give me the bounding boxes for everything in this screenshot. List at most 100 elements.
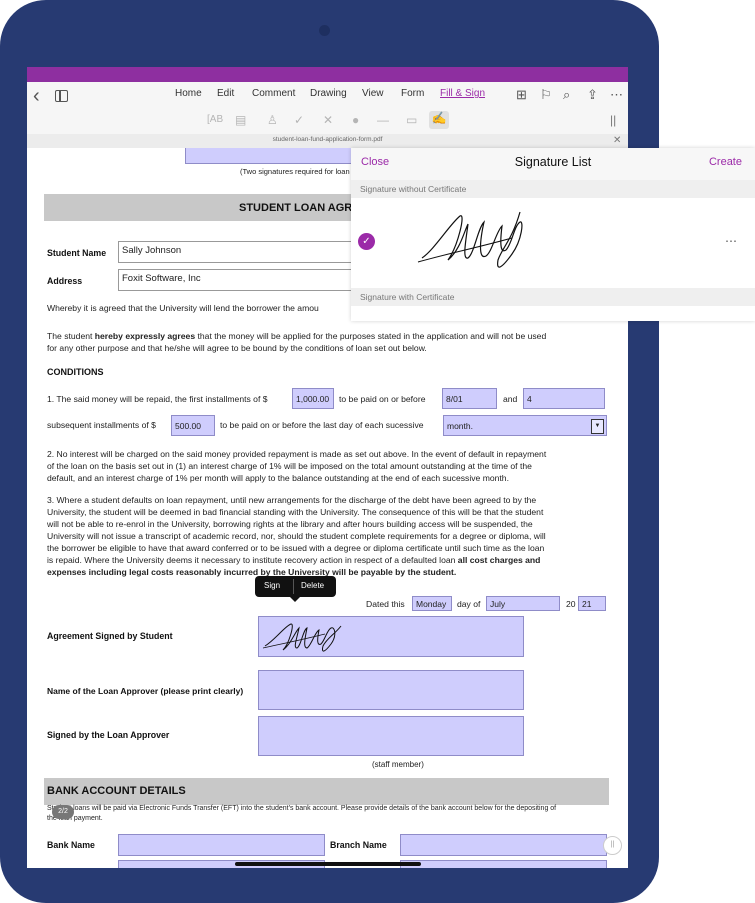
panel-title: Signature List: [514, 155, 592, 169]
condition-1-text-b: to be paid on or before: [339, 394, 426, 404]
day-of-label: day of: [457, 599, 481, 609]
top-form-field[interactable]: [185, 148, 365, 164]
branch-name-field[interactable]: [400, 834, 607, 856]
year-field[interactable]: 21: [578, 596, 606, 611]
approver-name-field[interactable]: [258, 670, 524, 710]
address-label: Address: [47, 276, 83, 286]
main-toolbar: ‹ Home Edit Comment Drawing View Form Fi…: [27, 82, 628, 134]
menu-divider: [293, 579, 294, 594]
menu-comment[interactable]: Comment: [252, 88, 295, 99]
condition-3-line-4: University will not issue a transcript o…: [47, 531, 546, 541]
menu-form[interactable]: Form: [401, 88, 424, 99]
bank-name-label: Bank Name: [47, 840, 95, 850]
file-name: student-loan-fund-application-form.pdf: [272, 136, 383, 143]
bank-name-field[interactable]: [118, 834, 325, 856]
student-signature-field[interactable]: [258, 616, 524, 657]
address-field[interactable]: Foxit Software, Inc: [118, 269, 358, 291]
condition-3-line-7: expenses including legal costs reasonabl…: [47, 567, 457, 577]
with-cert-header: Signature with Certificate: [351, 288, 755, 306]
home-indicator[interactable]: [235, 862, 421, 866]
whereby-text: Whereby it is agreed that the University…: [47, 303, 319, 313]
approver-name-label: Name of the Loan Approver (please print …: [47, 686, 244, 696]
signature-options-icon[interactable]: ⋯: [725, 234, 738, 248]
agreement-signed-label: Agreement Signed by Student: [47, 631, 173, 641]
share-icon[interactable]: ⇪: [587, 88, 598, 102]
cross-icon[interactable]: ✕: [323, 113, 333, 127]
line-icon[interactable]: —: [377, 113, 389, 127]
condition-3-line-2: University, the student will be deemed i…: [47, 507, 544, 517]
condition-1-text-c: subsequent installments of $: [47, 420, 156, 430]
menu-drawing[interactable]: Drawing: [310, 88, 347, 99]
scroll-handle[interactable]: ||: [603, 836, 622, 855]
condition-1-text-d: to be paid on or before the last day of …: [220, 420, 424, 430]
staff-member-note: (staff member): [372, 760, 424, 769]
condition-3-line-3: will not be able to re-enrol in the Univ…: [47, 519, 533, 529]
year-prefix: 20: [566, 599, 576, 609]
condition-3-line-5: the borrower be eligible to have that aw…: [47, 543, 545, 553]
selected-check-icon[interactable]: ✓: [358, 233, 375, 250]
search-icon[interactable]: ⌕: [563, 88, 570, 102]
period-dropdown[interactable]: month. ▼: [443, 415, 607, 436]
grid-icon[interactable]: ⊞: [516, 88, 527, 102]
signature-list-item[interactable]: ✓ ⋯: [351, 198, 755, 286]
branch-name-label: Branch Name: [330, 840, 387, 850]
subsequent-installment-field[interactable]: 500.00: [171, 415, 215, 436]
menu-edit[interactable]: Edit: [217, 88, 234, 99]
panel-toggle-icon[interactable]: [55, 90, 68, 102]
create-button[interactable]: Create: [709, 156, 742, 168]
bank-text-line-1: Student loans will be paid via Electroni…: [47, 805, 557, 812]
first-installment-field[interactable]: 1,000.00: [292, 388, 334, 409]
period-value: month.: [447, 421, 473, 431]
condition-3-line-1: 3. Where a student defaults on loan repa…: [47, 495, 537, 505]
back-icon[interactable]: ‹: [33, 86, 40, 106]
comb-field-icon[interactable]: ▤: [235, 113, 246, 127]
sign-menu-item[interactable]: Sign: [264, 581, 280, 590]
condition-3-line-6: is repaid. Where the University deems it…: [47, 555, 541, 565]
menu-fill-sign[interactable]: Fill & Sign: [440, 88, 485, 99]
branch-field-row-2[interactable]: [400, 860, 607, 868]
agrees-line-2: for any other purpose and that he/she wi…: [47, 343, 427, 353]
approver-signature-field[interactable]: [258, 716, 524, 756]
condition-1-text-a: 1. The said money will be repaid, the fi…: [47, 394, 268, 404]
signature-list-panel: Close Signature List Create Signature wi…: [351, 148, 755, 321]
text-field-icon[interactable]: [AB: [207, 113, 223, 127]
signature-icon[interactable]: ✍: [429, 111, 449, 129]
student-name-label: Student Name: [47, 248, 107, 258]
dropdown-arrow-icon[interactable]: ▼: [591, 419, 604, 434]
bank-heading: BANK ACCOUNT DETAILS: [47, 785, 186, 797]
page-indicator: 2/2: [52, 805, 74, 819]
collapse-toolbar-icon[interactable]: ||: [610, 113, 616, 127]
dated-month-field[interactable]: July: [486, 596, 560, 611]
installment-count-field[interactable]: 4: [523, 388, 605, 409]
panel-header: Close Signature List Create: [351, 148, 755, 181]
file-tab-bar: student-loan-fund-application-form.pdf ✕: [27, 134, 628, 148]
agrees-line-1: The student hereby expressly agrees that…: [47, 331, 547, 341]
close-file-icon[interactable]: ✕: [613, 135, 621, 146]
dated-day-field[interactable]: Monday: [412, 596, 452, 611]
status-bar: [27, 67, 628, 82]
more-icon[interactable]: ⋯: [610, 88, 623, 102]
stamp-icon[interactable]: ♙: [267, 113, 278, 127]
condition-1-and: and: [503, 394, 518, 404]
rectangle-icon[interactable]: ▭: [406, 113, 417, 127]
condition-2-line-3: default, and an interest charge of 1% pe…: [47, 473, 509, 483]
delete-menu-item[interactable]: Delete: [301, 581, 324, 590]
document-title: STUDENT LOAN AGRE: [239, 202, 360, 214]
dated-this-label: Dated this: [366, 599, 405, 609]
approver-signed-label: Signed by the Loan Approver: [47, 730, 170, 740]
menu-home[interactable]: Home: [175, 88, 202, 99]
student-name-field[interactable]: Sally Johnson: [118, 241, 358, 263]
two-signatures-note: (Two signatures required for loan: [240, 167, 350, 176]
first-due-date-field[interactable]: 8/01: [442, 388, 497, 409]
checkmark-icon[interactable]: ✓: [294, 113, 304, 127]
student-signature-image: [262, 623, 342, 652]
without-cert-label: Signature without Certificate: [360, 184, 467, 194]
without-cert-header: Signature without Certificate: [351, 180, 755, 198]
conditions-heading: CONDITIONS: [47, 367, 104, 377]
camera: [319, 25, 330, 36]
saved-signature-image: [417, 211, 523, 268]
menu-view[interactable]: View: [362, 88, 384, 99]
bookmark-icon[interactable]: ⚐: [540, 88, 552, 102]
dot-icon[interactable]: ●: [352, 113, 359, 127]
with-cert-label: Signature with Certificate: [360, 292, 455, 302]
